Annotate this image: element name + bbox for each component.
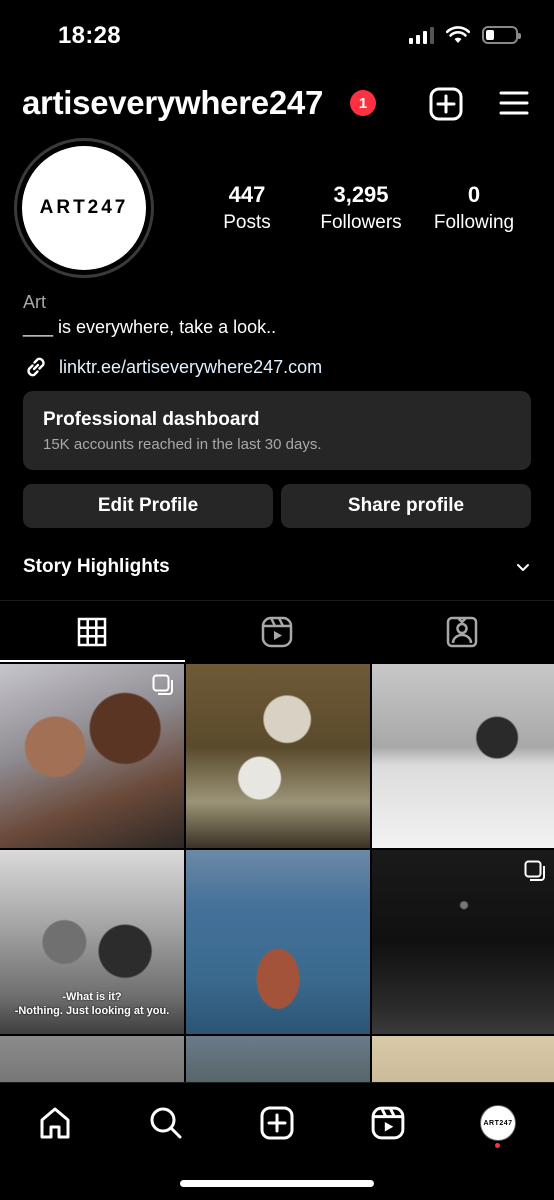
bio-link[interactable]: linktr.ee/artiseverywhere247.com — [23, 354, 322, 380]
profile-avatar[interactable]: ART247 — [22, 146, 146, 270]
following-stat[interactable]: 0 Following — [426, 182, 522, 234]
tab-posts-grid[interactable] — [0, 601, 185, 662]
followers-label: Followers — [320, 212, 402, 233]
grid-icon — [78, 617, 107, 646]
menu-icon[interactable] — [498, 88, 530, 118]
home-indicator[interactable] — [180, 1180, 374, 1187]
edit-profile-button[interactable]: Edit Profile — [23, 484, 273, 528]
bio-text: ___ is everywhere, take a look.. — [23, 317, 277, 337]
add-post-icon[interactable] — [428, 86, 464, 122]
notification-badge[interactable]: 1 — [350, 90, 376, 116]
share-profile-button[interactable]: Share profile — [281, 484, 531, 528]
posts-label: Posts — [223, 212, 271, 233]
post-caption-line: -What is it? — [62, 991, 122, 1003]
profile-notification-dot — [495, 1143, 500, 1148]
nav-profile[interactable]: ART247 — [476, 1101, 520, 1145]
professional-dashboard-card[interactable]: Professional dashboard 15K accounts reac… — [23, 391, 531, 470]
battery-icon — [482, 26, 521, 44]
post-thumbnail[interactable] — [186, 664, 370, 848]
posts-count: 447 — [228, 182, 266, 207]
post-caption: -What is it? -Nothing. Just looking at y… — [0, 990, 184, 1018]
status-time: 18:28 — [58, 22, 121, 49]
profile-avatar-ring[interactable]: ART247 — [14, 138, 154, 278]
dashboard-title: Professional dashboard — [43, 409, 260, 430]
post-thumbnail[interactable] — [0, 1036, 184, 1082]
reels-icon — [261, 616, 293, 647]
bio-link-text[interactable]: linktr.ee/artiseverywhere247.com — [59, 357, 322, 378]
post-thumbnail[interactable] — [186, 1036, 370, 1082]
create-icon — [260, 1106, 294, 1140]
nav-search[interactable] — [144, 1101, 188, 1145]
post-thumbnail[interactable]: -What is it? -Nothing. Just looking at y… — [0, 850, 184, 1034]
story-highlights-title: Story Highlights — [23, 556, 170, 577]
bio-category: Art — [23, 292, 47, 312]
following-count: 0 — [467, 182, 481, 207]
link-icon — [27, 357, 45, 377]
status-bar: 18:28 — [0, 0, 554, 70]
post-thumbnail[interactable] — [372, 1036, 554, 1082]
profile-header: artiseverywhere247 1 — [0, 80, 554, 130]
reels-icon — [371, 1106, 405, 1140]
multiple-images-icon — [152, 674, 173, 695]
search-icon — [150, 1107, 182, 1139]
multiple-images-icon — [524, 860, 545, 881]
tab-tagged[interactable] — [369, 601, 554, 662]
nav-create[interactable] — [255, 1101, 299, 1145]
followers-stat[interactable]: 3,295 Followers — [306, 182, 416, 234]
post-thumbnail[interactable] — [186, 850, 370, 1034]
home-icon — [40, 1107, 70, 1139]
post-caption-line: -Nothing. Just looking at you. — [14, 1005, 170, 1017]
post-thumbnail[interactable] — [372, 850, 554, 1034]
tagged-icon — [446, 616, 477, 647]
followers-count: 3,295 — [333, 182, 389, 207]
profile-avatar-small: ART247 — [481, 1106, 515, 1140]
cellular-signal-icon — [409, 26, 434, 44]
profile-tabs — [0, 600, 554, 662]
post-thumbnail[interactable] — [372, 664, 554, 848]
posts-stat[interactable]: 447 Posts — [212, 182, 282, 234]
nav-home[interactable] — [33, 1101, 77, 1145]
username[interactable]: artiseverywhere247 — [22, 84, 323, 122]
chevron-down-icon[interactable] — [515, 561, 531, 573]
status-icons — [409, 26, 521, 44]
dashboard-subtitle: 15K accounts reached in the last 30 days… — [43, 436, 322, 453]
wifi-icon — [446, 26, 470, 43]
posts-grid: -What is it? -Nothing. Just looking at y… — [0, 664, 554, 1082]
story-highlights-row[interactable]: Story Highlights — [23, 556, 531, 578]
post-thumbnail[interactable] — [0, 664, 184, 848]
tab-reels[interactable] — [185, 601, 370, 662]
following-label: Following — [433, 212, 515, 233]
nav-reels[interactable] — [366, 1101, 410, 1145]
